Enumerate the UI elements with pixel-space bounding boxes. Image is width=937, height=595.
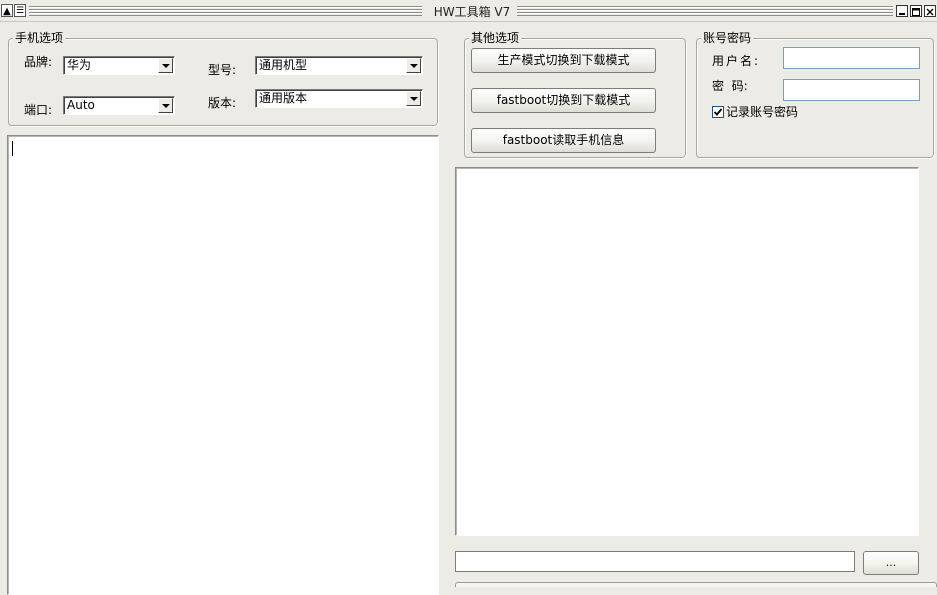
version-select-value: 通用版本 <box>259 91 308 105</box>
minimize-button[interactable] <box>896 5 908 17</box>
other-options-legend: 其他选项 <box>469 30 522 46</box>
account-group: 账号密码 用户名: 密 码: 记录账号密码 <box>696 30 934 158</box>
password-label: 密 码: <box>712 79 748 93</box>
file-path-input[interactable] <box>455 551 855 572</box>
phone-options-legend: 手机选项 <box>13 30 66 46</box>
production-to-download-button[interactable]: 生产模式切换到下载模式 <box>471 48 656 73</box>
version-label: 版本: <box>208 96 237 110</box>
checkmark-icon <box>713 108 723 116</box>
right-log-textarea[interactable] <box>455 167 919 536</box>
password-input[interactable] <box>783 79 920 101</box>
maximize-button[interactable] <box>910 5 922 17</box>
model-select[interactable]: 通用机型 <box>255 56 423 75</box>
fastboot-to-download-button[interactable]: fastboot切换到下载模式 <box>471 88 656 113</box>
username-input[interactable] <box>783 47 920 69</box>
title-stripes-left <box>29 6 422 16</box>
left-log-textarea[interactable] <box>7 135 439 595</box>
minimize-icon <box>899 13 905 15</box>
username-label: 用户名: <box>712 54 761 68</box>
other-options-group: 其他选项 生产模式切换到下载模式 fastboot切换到下载模式 fastboo… <box>464 30 686 158</box>
title-bar[interactable]: ▲ ☰ HW工具箱 V7 <box>0 0 937 22</box>
maximize-icon <box>912 8 920 16</box>
model-select-value: 通用机型 <box>259 58 308 72</box>
account-legend: 账号密码 <box>701 30 754 46</box>
brand-select[interactable]: 华为 <box>63 56 175 75</box>
brand-select-value: 华为 <box>67 58 92 72</box>
fastboot-read-info-button[interactable]: fastboot读取手机信息 <box>471 128 656 153</box>
remember-label[interactable]: 记录账号密码 <box>726 104 798 120</box>
chevron-down-icon[interactable] <box>406 91 421 106</box>
port-label: 端口: <box>24 103 53 117</box>
chevron-down-icon[interactable] <box>406 58 421 73</box>
bottom-button-edge[interactable] <box>455 582 937 587</box>
model-label: 型号: <box>208 63 237 77</box>
remember-checkbox[interactable] <box>712 106 724 118</box>
close-button[interactable] <box>924 5 936 17</box>
port-select-value: Auto <box>67 98 95 112</box>
close-icon <box>926 8 934 16</box>
version-select[interactable]: 通用版本 <box>255 89 423 108</box>
chevron-down-icon[interactable] <box>158 58 173 73</box>
chevron-down-icon[interactable] <box>158 98 173 113</box>
text-caret <box>12 141 13 156</box>
menu-icon[interactable]: ☰ <box>14 4 26 17</box>
port-select[interactable]: Auto <box>63 96 175 115</box>
brand-label: 品牌: <box>24 55 53 69</box>
browse-button[interactable]: ... <box>863 551 919 575</box>
phone-options-group: 手机选项 品牌: 华为 型号: 通用机型 端口: Auto 版本: 通用版本 <box>8 30 438 126</box>
title-stripes-right <box>517 6 893 16</box>
window-title: HW工具箱 V7 <box>433 5 511 19</box>
app-icon[interactable]: ▲ <box>1 4 13 17</box>
